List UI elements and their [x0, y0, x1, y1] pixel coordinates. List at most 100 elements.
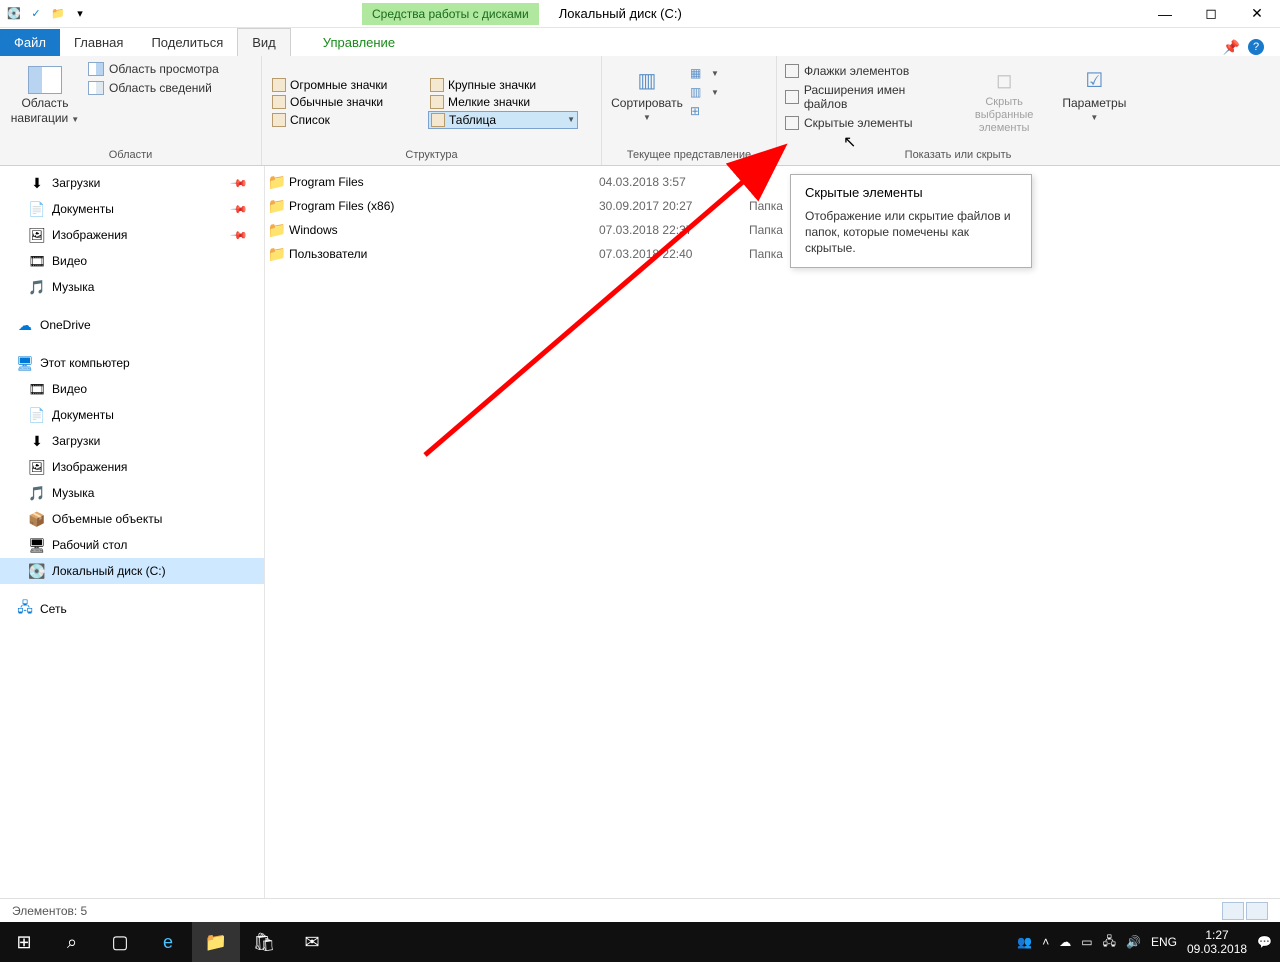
- tree-icon: 🖼: [28, 226, 46, 244]
- clock[interactable]: 1:2709.03.2018: [1187, 928, 1247, 957]
- group-by-button[interactable]: ▦▼: [690, 64, 719, 82]
- window-controls: ― ◻ ✕: [1142, 0, 1280, 28]
- tree-item[interactable]: 🎞Видео: [0, 376, 264, 402]
- system-icon[interactable]: 💽: [6, 6, 22, 22]
- small-icon: [430, 95, 444, 109]
- size-columns-button[interactable]: ⊞: [690, 102, 719, 120]
- file-list[interactable]: 📁Program Files04.03.2018 3:57📁Program Fi…: [265, 166, 1280, 898]
- tree-item[interactable]: 🖼Изображения: [0, 454, 264, 480]
- tree-icon: 📄: [28, 406, 46, 424]
- hide-selected-button[interactable]: ◻ Скрыть выбранные элементы: [957, 60, 1052, 145]
- options-button[interactable]: ☑ Параметры▼: [1058, 60, 1131, 145]
- tree-item[interactable]: ⬇Загрузки: [0, 428, 264, 454]
- close-button[interactable]: ✕: [1234, 0, 1280, 28]
- drive-tools-tab[interactable]: Средства работы с дисками: [362, 3, 539, 25]
- layout-normal[interactable]: Обычные значки: [270, 94, 420, 110]
- chevron-down-icon: ▼: [71, 115, 79, 124]
- hidden-items-toggle[interactable]: Скрытые элементы: [785, 114, 951, 132]
- add-columns-button[interactable]: ▥▼: [690, 83, 719, 101]
- ribbon-help: 📌 ?: [1223, 39, 1280, 56]
- file-row[interactable]: 📁Windows07.03.2018 22:37Папка: [265, 218, 1280, 242]
- tree-onedrive[interactable]: ☁OneDrive: [0, 312, 264, 338]
- folder-icon: 📁: [265, 245, 289, 263]
- maximize-button[interactable]: ◻: [1188, 0, 1234, 28]
- tab-share[interactable]: Поделиться: [137, 29, 237, 56]
- tree-item[interactable]: 💽Локальный диск (C:): [0, 558, 264, 584]
- chevron-down-icon: ▼: [567, 115, 575, 124]
- tree-item[interactable]: 📄Документы: [0, 402, 264, 428]
- tree-item[interactable]: 🎵Музыка: [0, 480, 264, 506]
- network-icon: 🖧: [16, 600, 34, 618]
- layout-huge[interactable]: Огромные значки: [270, 77, 420, 93]
- tree-item[interactable]: 🖼Изображения📌: [0, 222, 264, 248]
- tree-item[interactable]: 📦Объемные объекты: [0, 506, 264, 532]
- group-label-panes: Области: [8, 145, 253, 165]
- group-icon: ▦: [690, 66, 706, 80]
- hide-icon: ◻: [986, 64, 1022, 96]
- folder-icon: 📁: [265, 173, 289, 191]
- group-label-show: Показать или скрыть: [785, 145, 1131, 165]
- ribbon-group-panes: Область навигации ▼ Область просмотра Об…: [0, 56, 262, 165]
- volume-icon[interactable]: 🔊: [1126, 935, 1141, 949]
- people-icon[interactable]: 👥: [1017, 935, 1032, 949]
- tree-item[interactable]: 🎞Видео: [0, 248, 264, 274]
- pin-ribbon-icon[interactable]: 📌: [1223, 39, 1240, 56]
- task-view-button[interactable]: ▢: [96, 922, 144, 962]
- tray-chevron-icon[interactable]: ˄: [1042, 935, 1049, 949]
- tree-this-pc[interactable]: 🖥Этот компьютер: [0, 350, 264, 376]
- options-icon: ☑: [1076, 64, 1112, 96]
- search-button[interactable]: ⌕: [48, 922, 96, 962]
- layout-list[interactable]: Список: [270, 111, 420, 129]
- file-row[interactable]: 📁Пользователи07.03.2018 22:40Папка: [265, 242, 1280, 266]
- network-tray-icon[interactable]: 🖧: [1103, 932, 1116, 953]
- tab-manage[interactable]: Управление: [309, 29, 409, 56]
- group-label-sort: Текущее представление: [610, 145, 768, 165]
- tab-file[interactable]: Файл: [0, 29, 60, 56]
- sort-icon: ▥: [629, 64, 665, 96]
- qat-dropdown-icon[interactable]: ▾: [72, 6, 88, 22]
- tree-icon: ⬇: [28, 174, 46, 192]
- mail-button[interactable]: ✉: [288, 922, 336, 962]
- details-pane-icon: [88, 81, 104, 95]
- sort-button[interactable]: ▥ Сортировать▼: [610, 60, 684, 145]
- file-row[interactable]: 📁Program Files (x86)30.09.2017 20:27Папк…: [265, 194, 1280, 218]
- store-button[interactable]: 🛍: [240, 922, 288, 962]
- layout-table[interactable]: Таблица▼: [428, 111, 578, 129]
- ribbon: Область навигации ▼ Область просмотра Об…: [0, 56, 1280, 166]
- tree-icon: 📄: [28, 200, 46, 218]
- onedrive-tray-icon[interactable]: ☁: [1059, 935, 1071, 949]
- tree-item[interactable]: 📄Документы📌: [0, 196, 264, 222]
- tree-icon: 🎵: [28, 278, 46, 296]
- layout-large[interactable]: Крупные значки: [428, 77, 578, 93]
- tree-item[interactable]: ⬇Загрузки📌: [0, 170, 264, 196]
- group-label-layout: Структура: [270, 145, 593, 165]
- tree-item[interactable]: 🖥Рабочий стол: [0, 532, 264, 558]
- help-icon[interactable]: ?: [1248, 39, 1264, 55]
- item-checkboxes-toggle[interactable]: Флажки элементов: [785, 62, 951, 80]
- folder-icon[interactable]: 📁: [50, 6, 66, 22]
- tree-item[interactable]: 🎵Музыка: [0, 274, 264, 300]
- edge-button[interactable]: e: [144, 922, 192, 962]
- details-pane-button[interactable]: Область сведений: [88, 79, 219, 97]
- window-title: Локальный диск (C:): [559, 6, 682, 21]
- statusbar: Элементов: 5: [0, 898, 1280, 922]
- start-button[interactable]: ⊞: [0, 922, 48, 962]
- tree-icon: 🎞: [28, 380, 46, 398]
- battery-icon[interactable]: ▭: [1081, 935, 1092, 949]
- explorer-button[interactable]: 📁: [192, 922, 240, 962]
- qat-pin-icon[interactable]: ✓: [28, 6, 44, 22]
- file-row[interactable]: 📁Program Files04.03.2018 3:57: [265, 170, 1280, 194]
- details-pane-label: Область сведений: [109, 81, 212, 95]
- navigation-pane-button[interactable]: Область навигации ▼: [8, 60, 82, 145]
- minimize-button[interactable]: ―: [1142, 0, 1188, 28]
- tab-home[interactable]: Главная: [60, 29, 137, 56]
- layout-small[interactable]: Мелкие значки: [428, 94, 578, 110]
- preview-pane-button[interactable]: Область просмотра: [88, 60, 219, 78]
- file-extensions-toggle[interactable]: Расширения имен файлов: [785, 81, 951, 113]
- language-indicator[interactable]: ENG: [1151, 935, 1177, 949]
- details-view-button[interactable]: [1222, 902, 1244, 920]
- tab-view[interactable]: Вид: [237, 28, 291, 56]
- icons-view-button[interactable]: [1246, 902, 1268, 920]
- tree-network[interactable]: 🖧Сеть: [0, 596, 264, 622]
- notifications-icon[interactable]: 💬: [1257, 935, 1272, 949]
